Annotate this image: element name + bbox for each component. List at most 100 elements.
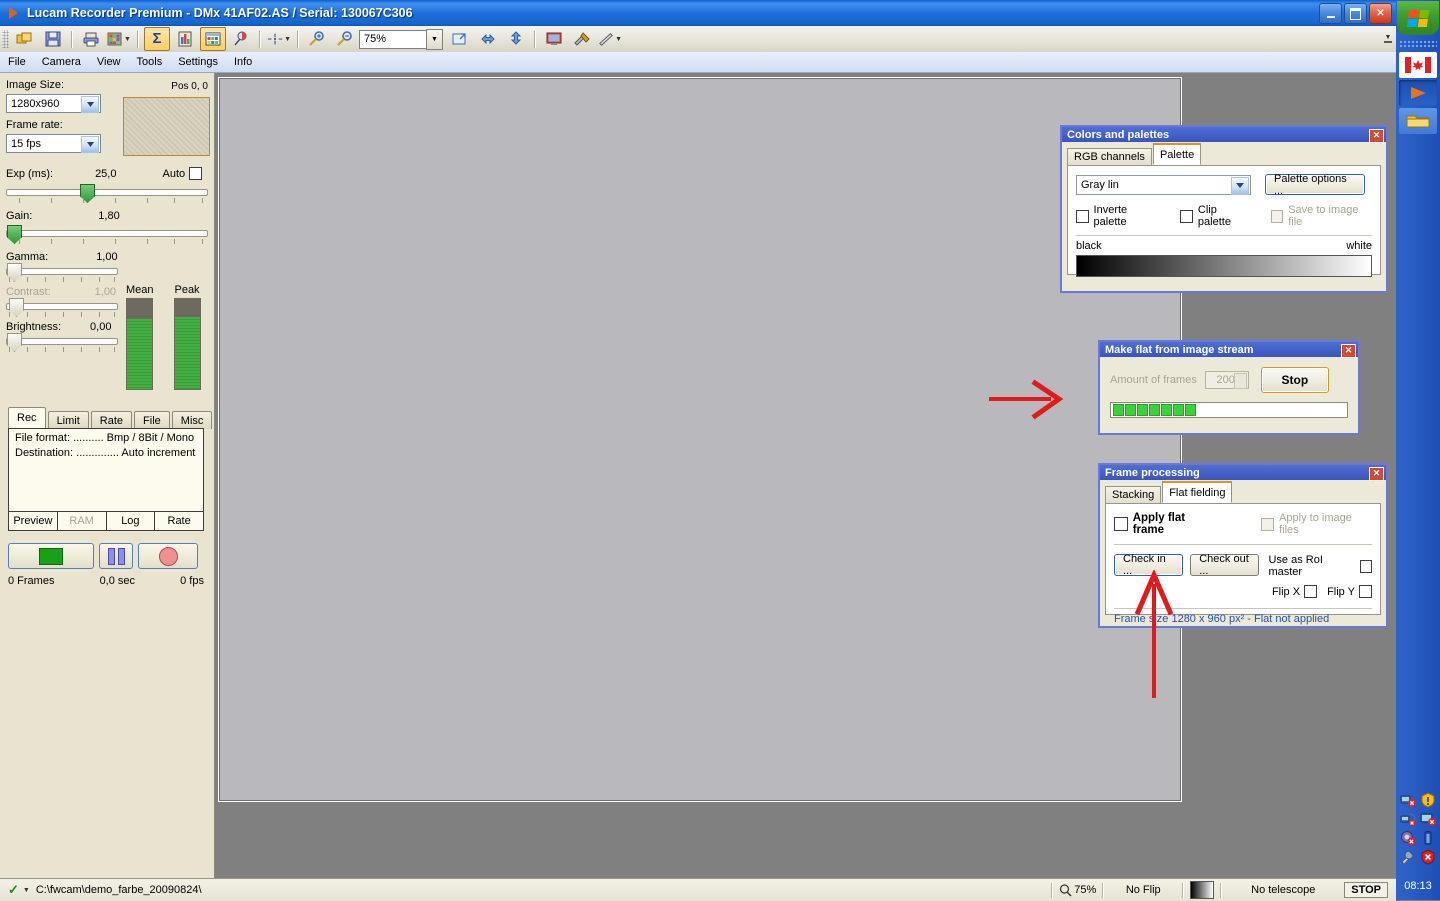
brightness-slider[interactable] (6, 333, 118, 352)
toolbar-grip[interactable] (2, 30, 9, 48)
monitor-error-icon[interactable] (1420, 811, 1436, 827)
magnifier-icon (1060, 883, 1072, 896)
chevron-down-icon[interactable]: ▼ (615, 36, 622, 43)
security-alert-icon[interactable] (1420, 792, 1436, 808)
preview-start-button[interactable] (8, 543, 94, 569)
shield-error-icon[interactable] (1420, 849, 1436, 865)
exposure-slider[interactable] (6, 184, 208, 203)
histogram-icon[interactable] (172, 27, 198, 51)
recording-tabstrip: Rec Limit Rate File Misc (8, 407, 213, 429)
colors-and-palettes-dialog[interactable]: Colors and palettes ✕ RGB channels Palet… (1060, 125, 1388, 293)
lucam-recorder-icon[interactable] (1399, 80, 1437, 106)
tab-palette[interactable]: Palette (1152, 143, 1202, 165)
start-button[interactable] (1397, 1, 1439, 35)
zoom-out-icon[interactable] (332, 27, 358, 51)
toolbar-overflow-button[interactable]: ▼ (1383, 29, 1393, 49)
make-flat-dialog[interactable]: Make flat from image stream ✕ Amount of … (1098, 340, 1360, 435)
flip-horizontal-icon[interactable] (475, 27, 501, 51)
make-flat-close-button[interactable]: ✕ (1341, 344, 1356, 358)
chevron-down-icon[interactable] (81, 96, 99, 113)
palette-select[interactable]: Gray lin (1076, 174, 1251, 195)
zoom-in-icon[interactable] (304, 27, 330, 51)
subtab-log[interactable]: Log (107, 512, 156, 530)
menu-item-camera[interactable]: Camera (34, 54, 89, 70)
tab-misc[interactable]: Misc (171, 411, 213, 429)
zoom-level-dropdown-arrow[interactable]: ▼ (426, 28, 443, 50)
quick-launch-grip[interactable] (1399, 40, 1437, 49)
peak-label: Peak (174, 284, 200, 296)
frame-processing-close-button[interactable]: ✕ (1369, 467, 1384, 481)
tab-stacking[interactable]: Stacking (1105, 486, 1162, 503)
record-button[interactable] (138, 543, 198, 569)
frame-rate-select[interactable]: 15 fps (6, 134, 101, 153)
palette-options-button[interactable]: Palette options ... (1265, 173, 1365, 197)
zoom-level-input[interactable]: 75% (359, 29, 427, 49)
canada-flag-app-icon[interactable] (1399, 52, 1437, 78)
subtab-rate[interactable]: Rate (155, 512, 203, 530)
crosshair-icon[interactable]: ▼ (266, 27, 292, 51)
folder-window-icon[interactable] (1399, 108, 1437, 134)
pause-button[interactable] (99, 543, 133, 569)
flip-x-checkbox[interactable] (1304, 585, 1318, 598)
colors-dialog-close-button[interactable]: ✕ (1369, 129, 1384, 143)
chevron-down-icon[interactable]: ▼ (124, 36, 131, 43)
tab-flat-fielding[interactable]: Flat fielding (1162, 481, 1233, 503)
wireless-off-icon[interactable] (1400, 811, 1416, 827)
save-icon[interactable] (40, 27, 66, 51)
telescope-icon[interactable]: ▼ (597, 27, 623, 51)
menu-item-info[interactable]: Info (226, 54, 260, 70)
live-preview-image[interactable] (218, 77, 1182, 802)
chevron-down-icon[interactable] (81, 136, 99, 153)
copy-frames-icon[interactable] (12, 27, 38, 51)
stop-flat-button[interactable]: Stop (1260, 367, 1329, 393)
tab-rgb-channels[interactable]: RGB channels (1067, 148, 1152, 165)
sum-sigma-icon[interactable]: Σ (144, 27, 170, 51)
check-in-button[interactable]: Check in ... (1114, 553, 1184, 577)
subtab-preview[interactable]: Preview (9, 512, 58, 530)
gain-slider[interactable] (6, 225, 208, 244)
menu-item-file[interactable]: File (0, 54, 34, 70)
minimize-button[interactable] (1319, 3, 1342, 24)
close-button[interactable]: ✕ (1369, 3, 1392, 24)
frame-processing-dialog[interactable]: Frame processing ✕ Stacking Flat fieldin… (1098, 463, 1388, 628)
settings-wrench-icon[interactable] (1400, 849, 1416, 865)
fit-window-icon[interactable] (447, 27, 473, 51)
chevron-down-icon[interactable] (1231, 176, 1249, 195)
sound-mute-icon[interactable] (1400, 830, 1416, 846)
inverte-palette-checkbox[interactable] (1076, 209, 1089, 223)
flip-y-checkbox[interactable] (1358, 585, 1372, 598)
tab-rate[interactable]: Rate (90, 411, 133, 429)
apply-flat-frame-checkbox[interactable] (1114, 517, 1128, 531)
tab-rec[interactable]: Rec (8, 407, 46, 429)
roi-master-checkbox[interactable] (1359, 559, 1372, 573)
zoom-status-value: 75% (1074, 884, 1097, 896)
palette-gradient-bar[interactable] (1076, 255, 1372, 277)
flip-status: No Flip (1125, 884, 1161, 896)
tab-file[interactable]: File (134, 411, 170, 429)
tools-icon[interactable] (569, 27, 595, 51)
gamma-slider[interactable] (6, 263, 118, 282)
emergency-stop-button[interactable]: STOP (1344, 882, 1388, 898)
chevron-down-icon[interactable]: ▼ (284, 36, 291, 43)
image-size-select[interactable]: 1280x960 (6, 94, 101, 113)
check-out-button[interactable]: Check out ... (1190, 553, 1260, 577)
save-to-image-file-checkbox (1270, 209, 1284, 223)
tab-limit[interactable]: Limit (47, 411, 89, 429)
flip-vertical-icon[interactable] (503, 27, 529, 51)
menu-item-view[interactable]: View (89, 54, 129, 70)
auto-exposure-checkbox[interactable] (189, 167, 203, 180)
monitor-icon[interactable] (541, 27, 567, 51)
battery-icon[interactable] (1420, 830, 1436, 846)
chevron-down-icon[interactable]: ▼ (23, 887, 30, 894)
network-disconnect-icon[interactable] (1400, 792, 1416, 808)
roi-preview-thumbnail[interactable] (123, 97, 210, 156)
maximize-button[interactable] (1344, 3, 1367, 24)
clip-palette-checkbox[interactable] (1180, 209, 1193, 223)
grid-table-icon[interactable] (200, 27, 226, 51)
menu-item-settings[interactable]: Settings (170, 54, 226, 70)
contrast-value: 1,00 (94, 286, 117, 298)
menu-item-tools[interactable]: Tools (129, 54, 171, 70)
print-icon[interactable] (78, 27, 104, 51)
pin-icon[interactable] (228, 27, 254, 51)
color-matrix-icon[interactable]: ▼ (106, 27, 132, 51)
